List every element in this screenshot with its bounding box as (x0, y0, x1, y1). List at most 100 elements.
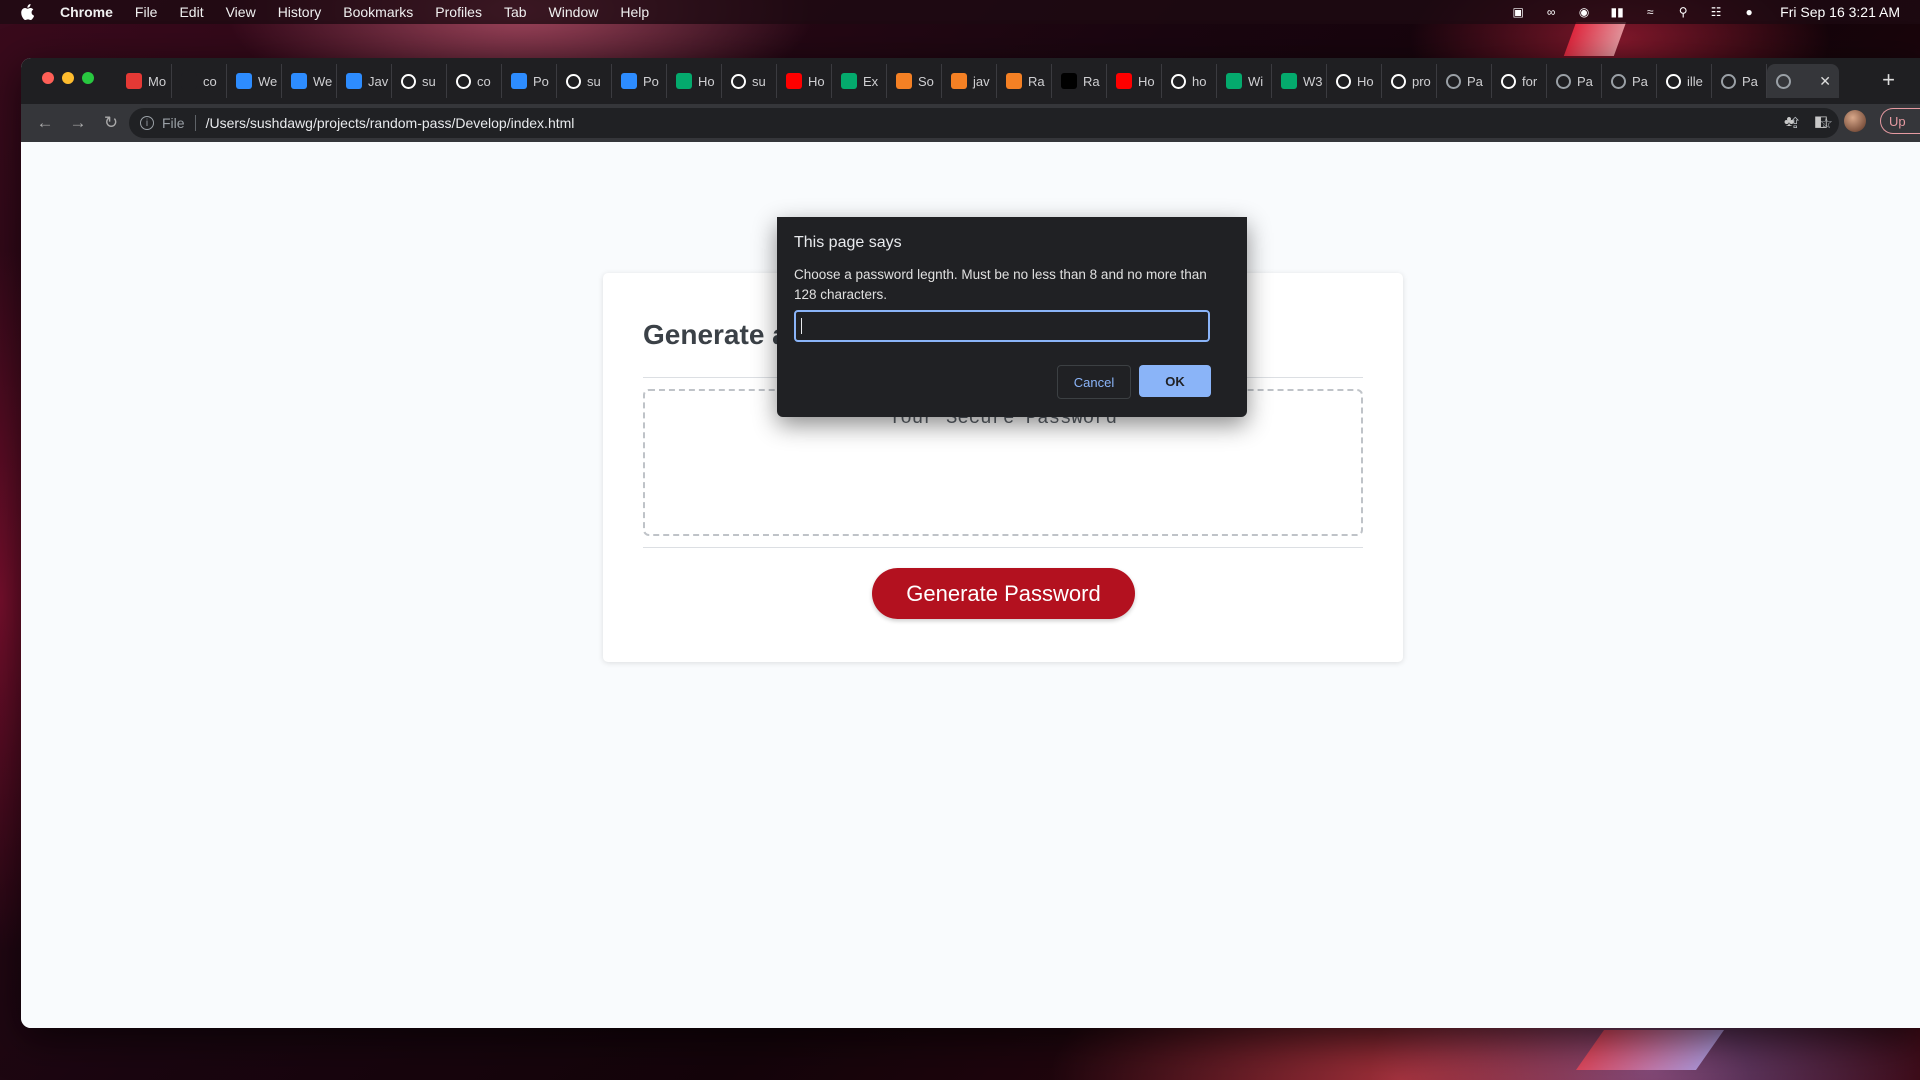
github-icon (1336, 73, 1351, 89)
menu-view[interactable]: View (226, 4, 256, 20)
zoom-status-icon[interactable]: ▣ (1510, 5, 1526, 19)
browser-tab[interactable]: Pa (1547, 64, 1602, 98)
back-arrow-icon[interactable]: ← (36, 113, 54, 133)
github-icon (566, 73, 581, 89)
generate-password-button[interactable]: Generate Password (872, 568, 1135, 619)
tab-label: Pa (1742, 73, 1758, 89)
tab-label: Ho (1357, 73, 1374, 89)
minimize-window-button[interactable] (62, 72, 74, 84)
control-center-icon[interactable]: ☷ (1708, 5, 1724, 19)
menu-edit[interactable]: Edit (179, 4, 203, 20)
ok-button[interactable]: OK (1139, 365, 1211, 397)
dialog-title: This page says (794, 234, 902, 251)
tab-label: ille (1687, 73, 1703, 89)
tab-strip: Mo co We We Jav su co Po su Po Ho su Ho Ex So jav Ra Ra Ho… (21, 58, 1920, 104)
close-tab-icon[interactable]: ✕ (1819, 73, 1831, 90)
globe-icon (1556, 73, 1571, 89)
browser-tab[interactable]: Jav (337, 64, 392, 98)
w3-icon (676, 73, 692, 89)
browser-tab[interactable]: Pa (1712, 64, 1767, 98)
browser-tab[interactable]: Ho (667, 64, 722, 98)
menu-history[interactable]: History (278, 4, 322, 20)
close-window-button[interactable] (42, 72, 54, 84)
active-tab[interactable]: ✕ (1767, 64, 1839, 98)
browser-tab[interactable]: W3 (1272, 64, 1327, 98)
browser-tab[interactable]: ille (1657, 64, 1712, 98)
browser-tab[interactable]: su (392, 64, 447, 98)
text-caret (801, 318, 802, 334)
tab-label: su (587, 73, 601, 89)
spotlight-search-icon[interactable]: ⚲ (1675, 5, 1691, 19)
reload-icon[interactable]: ↻ (102, 113, 120, 133)
forward-arrow-icon[interactable]: → (69, 113, 87, 133)
w3-icon (1281, 73, 1297, 89)
info-icon[interactable]: i (140, 116, 154, 130)
password-length-input[interactable] (794, 310, 1210, 342)
profile-avatar[interactable] (1844, 110, 1866, 132)
browser-tab[interactable]: jav (942, 64, 997, 98)
fullscreen-window-button[interactable] (82, 72, 94, 84)
tab-label: su (422, 73, 436, 89)
tab-label: Po (643, 73, 659, 89)
browser-tab[interactable]: Po (502, 64, 557, 98)
browser-tab[interactable]: for (1492, 64, 1547, 98)
menu-bar-clock[interactable]: Fri Sep 16 3:21 AM (1780, 4, 1900, 20)
tab-label: Pa (1632, 73, 1648, 89)
tab-label: jav (973, 73, 990, 89)
tab-label: Ra (1083, 73, 1100, 89)
browser-tab[interactable]: Mo (117, 64, 172, 98)
cancel-button[interactable]: Cancel (1057, 365, 1131, 399)
browser-tab[interactable]: su (722, 64, 777, 98)
wifi-icon[interactable]: ≈ (1642, 5, 1658, 19)
tab-label: su (752, 73, 766, 89)
tab-label: Ho (1138, 73, 1155, 89)
stackoverflow-icon (951, 73, 967, 89)
browser-tab[interactable]: co (447, 64, 502, 98)
tab-label: So (918, 73, 934, 89)
battery-icon[interactable]: ▮▮ (1609, 5, 1625, 19)
blank-icon (181, 73, 197, 89)
apple-icon[interactable] (20, 4, 34, 20)
zoom-icon (621, 73, 637, 89)
address-url[interactable]: /Users/sushdawg/projects/random-pass/Dev… (206, 115, 575, 131)
menu-help[interactable]: Help (620, 4, 649, 20)
browser-tab[interactable]: pro (1382, 64, 1437, 98)
siri-icon[interactable]: ● (1741, 5, 1757, 19)
browser-tab[interactable]: Ho (777, 64, 832, 98)
new-tab-button[interactable]: + (1882, 67, 1895, 93)
google-icon (1501, 73, 1516, 89)
zoom-icon (346, 73, 362, 89)
globe-icon (1721, 73, 1736, 89)
divider (643, 547, 1363, 548)
menu-app-name[interactable]: Chrome (60, 4, 113, 20)
creative-cloud-icon[interactable]: ∞ (1543, 5, 1559, 19)
extensions-puzzle-icon[interactable]: ♣ (1780, 113, 1798, 130)
browser-tab[interactable]: So (887, 64, 942, 98)
tab-label: We (313, 73, 333, 89)
side-panel-icon[interactable]: ◧ (1812, 112, 1830, 130)
menu-bookmarks[interactable]: Bookmarks (343, 4, 413, 20)
menu-file[interactable]: File (135, 4, 158, 20)
browser-tab[interactable]: Wi (1217, 64, 1272, 98)
browser-tab[interactable]: ho (1162, 64, 1217, 98)
browser-tab[interactable]: Ex (832, 64, 887, 98)
browser-tab[interactable]: We (282, 64, 337, 98)
browser-tab[interactable]: Ho (1107, 64, 1162, 98)
browser-tab[interactable]: su (557, 64, 612, 98)
browser-tab[interactable]: Pa (1602, 64, 1657, 98)
menu-tab[interactable]: Tab (504, 4, 527, 20)
screen-record-icon[interactable]: ◉ (1576, 5, 1592, 19)
shield-icon (896, 73, 912, 89)
browser-tab[interactable]: co (172, 64, 227, 98)
google-icon (1171, 73, 1186, 89)
menu-window[interactable]: Window (549, 4, 599, 20)
browser-tab[interactable]: Ho (1327, 64, 1382, 98)
menu-profiles[interactable]: Profiles (435, 4, 482, 20)
browser-tab[interactable]: Ra (997, 64, 1052, 98)
browser-tab[interactable]: Pa (1437, 64, 1492, 98)
browser-tab[interactable]: We (227, 64, 282, 98)
address-bar[interactable]: i File /Users/sushdawg/projects/random-p… (129, 108, 1839, 138)
browser-tab[interactable]: Ra (1052, 64, 1107, 98)
update-chrome-button[interactable]: Up (1880, 108, 1920, 134)
browser-tab[interactable]: Po (612, 64, 667, 98)
